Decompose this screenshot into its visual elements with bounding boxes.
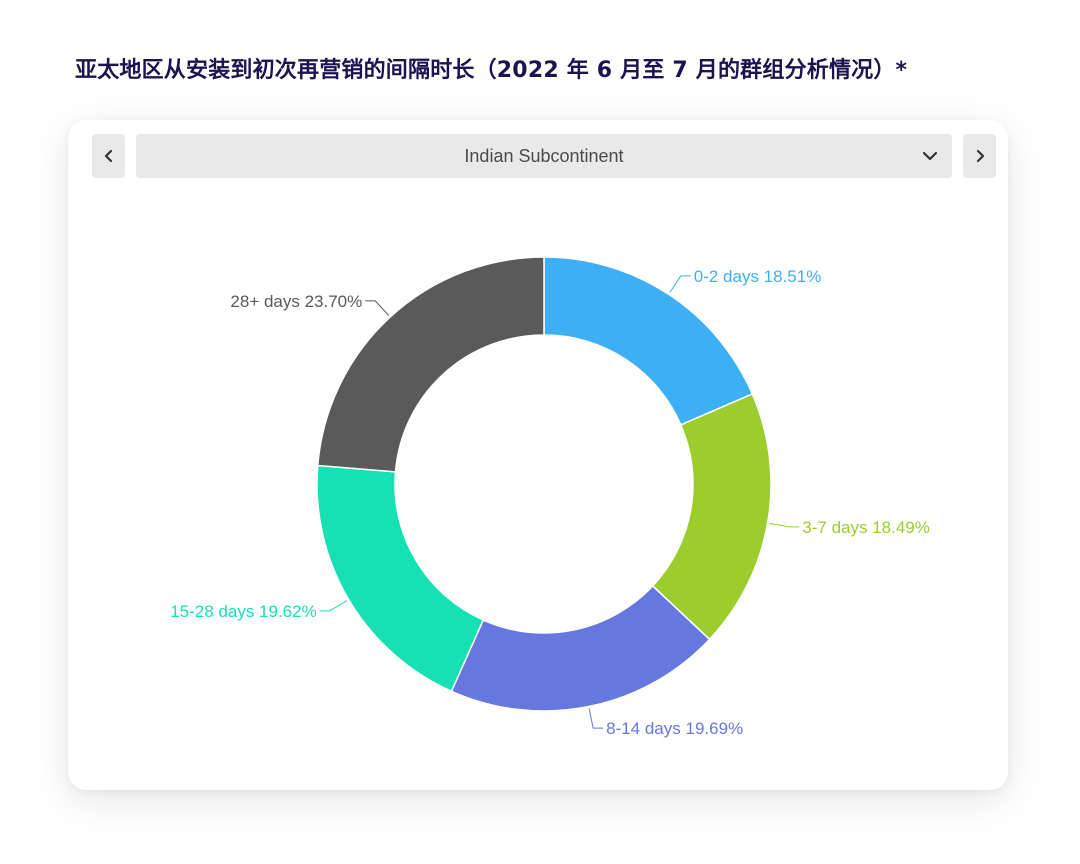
slice-label: 3-7 days 18.49% <box>802 518 930 537</box>
donut-chart: 0-2 days 18.51% 3-7 days 18.49% 8-14 days … <box>170 256 930 738</box>
chart-card: Indian Subcontinent 0-2 days 18.51% 3-7 d… <box>68 120 1008 790</box>
leader-line <box>769 522 800 528</box>
leader-line <box>669 275 691 293</box>
leader-line <box>319 600 348 612</box>
leader-line <box>588 708 604 729</box>
slice-label: 15-28 days 19.62% <box>170 602 317 621</box>
slice-8-14-days[interactable] <box>450 584 711 712</box>
page-title: 亚太地区从安装到初次再营销的间隔时长（2022 年 6 月至 7 月的群组分析情… <box>75 58 908 83</box>
leader-line <box>365 300 390 316</box>
slice-label: 28+ days 23.70% <box>230 292 362 311</box>
slice-label: 0-2 days 18.51% <box>694 267 822 286</box>
slice-label: 8-14 days 19.69% <box>606 719 743 738</box>
slice-28-days[interactable] <box>316 256 545 473</box>
slice-15-28-days[interactable] <box>316 464 485 693</box>
